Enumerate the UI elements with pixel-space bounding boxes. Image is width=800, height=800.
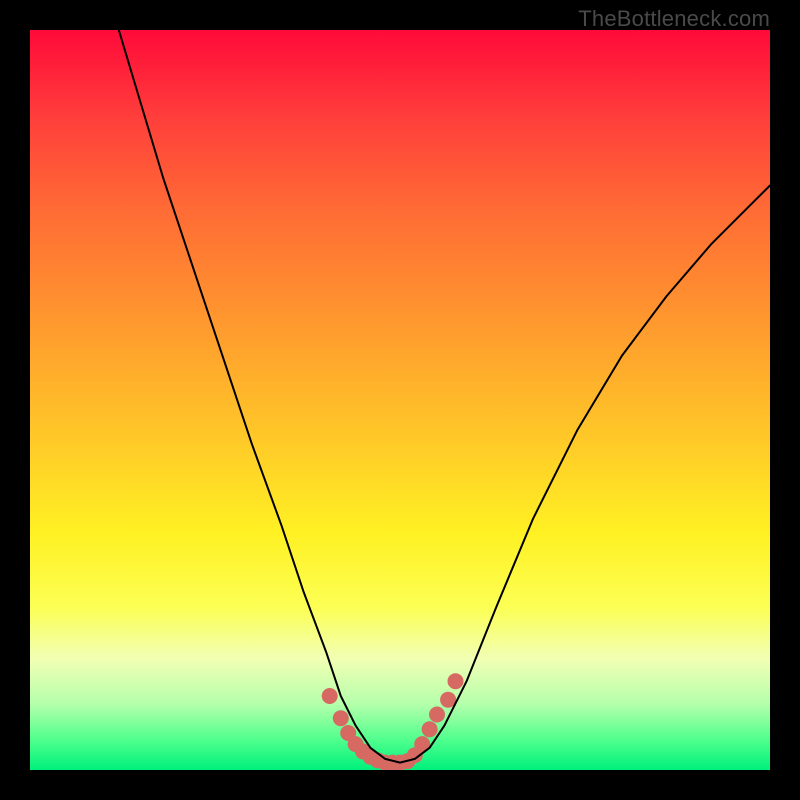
highlight-dot bbox=[322, 688, 338, 704]
bottleneck-curve bbox=[119, 30, 770, 763]
marker-group bbox=[322, 673, 464, 770]
highlight-dot bbox=[333, 710, 349, 726]
highlight-dot bbox=[422, 721, 438, 737]
watermark-text: TheBottleneck.com bbox=[578, 6, 770, 32]
curve-layer bbox=[30, 30, 770, 770]
chart-frame: TheBottleneck.com bbox=[0, 0, 800, 800]
highlight-dot bbox=[429, 707, 445, 723]
plot-area bbox=[30, 30, 770, 770]
highlight-dot bbox=[448, 673, 464, 689]
